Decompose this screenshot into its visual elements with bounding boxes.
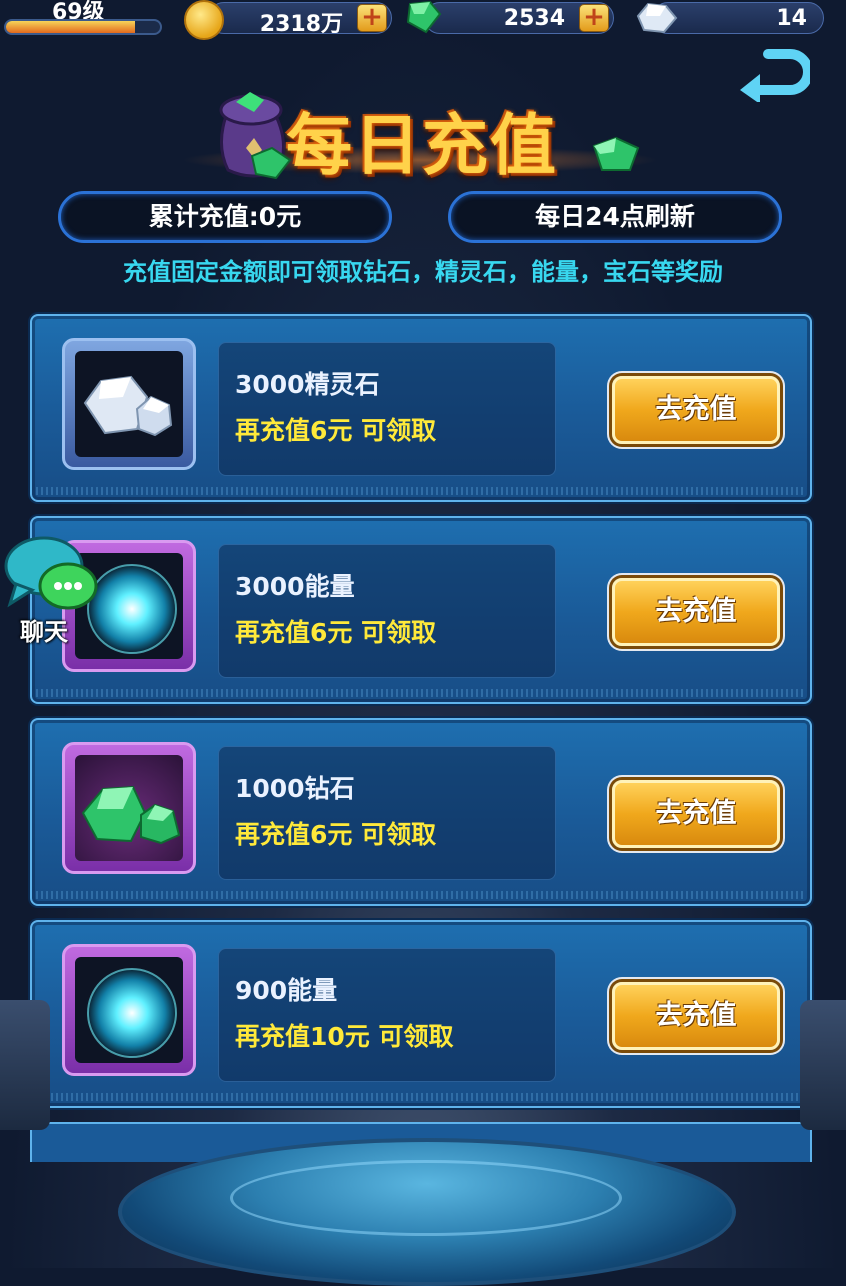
spirit-stone-icon: [83, 375, 173, 437]
total-recharge-pill: 累计充值:0元: [58, 191, 392, 243]
green-gem-counter: 2534 +: [424, 2, 614, 34]
top-status-bar: 69级 2318万 + 2534 + 14: [0, 0, 846, 42]
reward-info-panel: 3000能量 再充值6元 可领取: [218, 544, 556, 678]
platform-ring: [230, 1160, 622, 1236]
level-progress-bar: [4, 19, 162, 35]
page-title: 每日充值: [286, 107, 558, 184]
add-gold-button[interactable]: +: [357, 4, 387, 32]
gold-coin-icon: [184, 0, 224, 40]
energy-orb-icon: [87, 968, 177, 1058]
reward-icon-frame: [62, 944, 196, 1076]
add-green-gem-button[interactable]: +: [579, 4, 609, 32]
reward-name: 1000钻石: [235, 774, 355, 803]
reward-card: 3000能量 再充值6元 可领取 去充值: [30, 516, 812, 704]
reward-condition: 再充值6元 可领取: [235, 416, 437, 445]
reward-info-panel: 3000精灵石 再充值6元 可领取: [218, 342, 556, 476]
reward-condition: 再充值6元 可领取: [235, 618, 437, 647]
page-title-banner: 每日充值: [140, 86, 700, 184]
reward-condition: 再充值6元 可领取: [235, 820, 437, 849]
reward-description: 充值固定金额即可领取钻石，精灵石，能量，宝石等奖励: [123, 258, 723, 286]
refresh-time-pill: 每日24点刷新: [448, 191, 782, 243]
chat-label[interactable]: 聊天: [20, 612, 68, 647]
reward-card: 3000精灵石 再充值6元 可领取 去充值: [30, 314, 812, 502]
reward-name: 3000精灵石: [235, 370, 380, 399]
gold-value: 2318万: [259, 12, 343, 37]
reward-name: 900能量: [235, 976, 338, 1005]
reward-name: 3000能量: [235, 572, 355, 601]
reward-condition: 再充值10元 可领取: [235, 1022, 454, 1051]
reward-card: 900能量 再充值10元 可领取 去充值: [30, 920, 812, 1108]
green-gem-icon: [406, 0, 442, 34]
go-recharge-button[interactable]: 去充值: [612, 780, 780, 848]
gold-counter: 2318万 +: [208, 2, 392, 37]
diamond-icon: [81, 785, 181, 845]
go-recharge-button[interactable]: 去充值: [612, 578, 780, 646]
reward-info-panel: 900能量 再充值10元 可领取: [218, 948, 556, 1082]
white-gem-value: 14: [776, 6, 807, 31]
reward-icon-frame: [62, 742, 196, 874]
reward-info-panel: 1000钻石 再充值6元 可领取: [218, 746, 556, 880]
reward-icon-frame: [62, 338, 196, 470]
back-arrow-icon[interactable]: [738, 44, 810, 102]
background-prop: [0, 1000, 50, 1130]
green-gem-icon: [592, 136, 640, 171]
level-progress-fill: [6, 21, 136, 33]
reward-card: 1000钻石 再充值6元 可领取 去充值: [30, 718, 812, 906]
go-recharge-button[interactable]: 去充值: [612, 376, 780, 444]
go-recharge-button[interactable]: 去充值: [612, 982, 780, 1050]
background-prop: [800, 1000, 846, 1130]
white-crystal-icon: [636, 2, 678, 34]
green-gem-value: 2534: [503, 6, 565, 31]
